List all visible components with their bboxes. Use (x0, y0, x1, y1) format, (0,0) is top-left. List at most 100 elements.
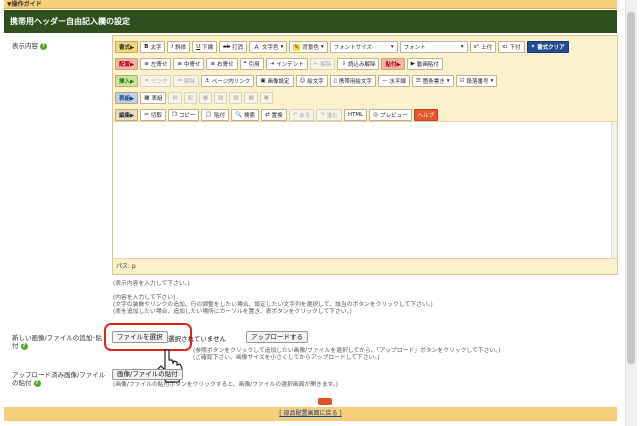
underline-button[interactable]: U 下線 (192, 41, 218, 53)
upload-instruction-2: (ご確認下さい、画像サイズを小さくしてからアップロードして下さい。) (193, 355, 380, 361)
video-embed-button[interactable]: ▶ 動画貼付 (406, 58, 443, 70)
bullet-list-button[interactable]: ☰ 箇条書き ▾ (411, 75, 454, 87)
table-tool-2[interactable]: ▥ (183, 92, 197, 104)
submit-marker[interactable] (318, 398, 332, 405)
page-link-label: ページ内リンク (211, 79, 251, 85)
anchor-icon: ⚓ (204, 78, 210, 84)
bullet-list-label: 箇条書き (422, 79, 445, 85)
toolbar-row-align: 配置▶ ≡ 左寄せ ≡ 中寄せ ≡ 右寄せ ❝ 引用 ⇥ インデント ⇤ 解除 ⇩ 読込み解除… (115, 56, 615, 72)
toolbar-row-edit: 編集▶ ✂ 切取 ❐ コピー 📋 貼付 🔍 検索 ⇄ 置換 ↶ 戻る ↷ 進む HTML ◎ プ… (115, 107, 615, 123)
page-link-button[interactable]: ⚓ ページ内リンク (200, 75, 255, 87)
table-tool-1[interactable]: ▤ (168, 92, 182, 104)
font-select[interactable]: フォント ▾ (399, 41, 468, 53)
find-button[interactable]: 🔍 検索 (231, 109, 260, 121)
table-category[interactable]: 表組▶ (115, 92, 139, 104)
edit-category[interactable]: 編集▶ (115, 109, 139, 121)
table-tool-7[interactable]: ▣ (259, 92, 273, 104)
link-button[interactable]: ⚭ リンク (140, 75, 172, 87)
bullet-list-icon: ☰ (415, 78, 421, 84)
text-color-button[interactable]: A 文字色 ▾ (249, 41, 288, 53)
preview-button[interactable]: ◎ プレビュー (369, 109, 412, 121)
paste-label: 貼付 (214, 113, 226, 119)
html-button[interactable]: HTML (343, 109, 368, 121)
indent-button[interactable]: ⇥ インデント (265, 58, 308, 70)
emoji-button[interactable]: ☺ 絵文字 (295, 75, 328, 87)
bold-button[interactable]: B 太字 (140, 41, 166, 53)
align-right-button[interactable]: ≡ 右寄せ (206, 58, 238, 70)
undo-icon: ↶ (292, 112, 298, 118)
format-category[interactable]: 書式▶ (115, 41, 139, 53)
table-tool-5[interactable]: ▨ (229, 92, 243, 104)
redo-label: 進む (326, 113, 338, 119)
operation-guide-bar[interactable]: ▼操作ガイド (4, 0, 617, 9)
align-center-icon: ≡ (177, 61, 182, 67)
attach-instruction: (画像/ファイルの貼付ボタンをクリックすると、画像/ファイルの選択画面が開きます… (113, 382, 338, 388)
numbered-list-button[interactable]: ☷ 段落番号 ▾ (455, 75, 498, 87)
editor-text-area[interactable] (113, 122, 617, 258)
page-scrollbar-thumb[interactable] (627, 12, 635, 364)
subscript-button[interactable]: x₂ 下付 (498, 41, 525, 53)
table-button[interactable]: ▦ 表組 (140, 92, 167, 104)
table-tool-4[interactable]: ▧ (214, 92, 228, 104)
outdent-label: 解除 (320, 62, 332, 68)
unlink-button[interactable]: ⚮ 解除 (173, 75, 199, 87)
align-category[interactable]: 配置▶ (115, 58, 139, 70)
help-icon[interactable]: ? (33, 379, 41, 387)
undo-button[interactable]: ↶ 戻る (288, 109, 315, 121)
table-merge-icon: ▧ (218, 95, 224, 101)
paste-category[interactable]: 貼付▶ (381, 58, 405, 70)
table-split-icon: ▨ (233, 95, 239, 101)
video-icon: ▶ (410, 61, 415, 67)
italic-label: 斜体 (175, 45, 187, 51)
cut-button[interactable]: ✂ 切取 (140, 109, 166, 121)
unlink-icon: ⚮ (177, 78, 182, 84)
quote-button[interactable]: ❝ 引用 (239, 58, 264, 70)
find-label: 検索 (244, 113, 256, 119)
upload-button[interactable]: アップロードする (246, 331, 308, 343)
toolbar-row-insert: 挿入▶ ⚭ リンク ⚮ 解除 ⚓ ページ内リンク ▣ 画像設定 ☺ 絵文字 ▯ 携帯用絵文字… (115, 73, 615, 89)
file-status-text: 選択されていません (168, 335, 227, 343)
new-file-label: 新しい画像/ファイルの追加･貼付? (12, 334, 107, 350)
align-center-button[interactable]: ≡ 中寄せ (173, 58, 205, 70)
italic-button[interactable]: I 斜体 (167, 41, 191, 53)
content-instruction-1: (内容を入力して下さい) (113, 295, 176, 301)
font-size-select[interactable]: フォントサイズ ▾ (329, 41, 398, 53)
quote-icon: ❝ (243, 61, 247, 67)
align-center-label: 中寄せ (183, 62, 201, 68)
text-color-label: 文字色 (262, 45, 279, 51)
strike-icon: ab (223, 44, 231, 50)
choose-file-button[interactable]: ファイルを選択 (112, 331, 168, 343)
readin-release-button[interactable]: ⇩ 読込み解除 (337, 58, 380, 70)
replace-button[interactable]: ⇄ 置換 (261, 109, 287, 121)
table-tool-3[interactable]: ▦ (198, 92, 213, 104)
align-left-button[interactable]: ≡ 左寄せ (140, 58, 172, 70)
bg-color-button[interactable]: ✎ 背景色 ▾ (289, 41, 328, 53)
strike-button[interactable]: ab 打消 (219, 41, 248, 53)
help-button[interactable]: ヘルプ (413, 109, 439, 121)
horizontal-rule-button[interactable]: — 水平線 (377, 75, 410, 87)
attach-file-button[interactable]: 画像/ファイルの貼付 (112, 369, 183, 380)
superscript-button[interactable]: x² 上付 (469, 41, 497, 53)
video-label: 動画貼付 (416, 62, 439, 68)
indent-icon: ⇥ (269, 61, 275, 67)
clear-format-button[interactable]: ✦ 書式クリア (526, 41, 569, 53)
align-left-icon: ≡ (144, 61, 149, 67)
table-tool-6[interactable]: ▩ (244, 92, 258, 104)
image-settings-button[interactable]: ▣ 画像設定 (256, 75, 294, 87)
help-icon[interactable]: ? (20, 342, 28, 350)
redo-button[interactable]: ↷ 進む (316, 109, 342, 121)
eraser-icon: ✦ (530, 44, 536, 50)
back-to-layout-link[interactable]: [ 部品配置画面に戻る ] (279, 410, 342, 417)
help-icon[interactable]: ? (40, 42, 47, 50)
insert-category[interactable]: 挿入▶ (115, 75, 139, 87)
replace-icon: ⇄ (265, 112, 270, 118)
copy-icon: ❐ (171, 112, 177, 118)
editor-scrollbar[interactable] (611, 122, 617, 258)
outdent-button[interactable]: ⇤ 解除 (309, 58, 336, 70)
mobile-emoji-button[interactable]: ▯ 携帯用絵文字 (329, 75, 376, 87)
paste-button[interactable]: 📋 貼付 (201, 109, 230, 121)
redo-icon: ↷ (320, 112, 325, 118)
editor-toolbar: 書式▶ B 太字 I 斜体 U 下線 ab 打消 A 文字色 ▾ ✎ 背景色 ▾ フォントサイズ… (113, 36, 617, 122)
superscript-label: 上付 (481, 45, 493, 51)
copy-button[interactable]: ❐ コピー (167, 109, 200, 121)
